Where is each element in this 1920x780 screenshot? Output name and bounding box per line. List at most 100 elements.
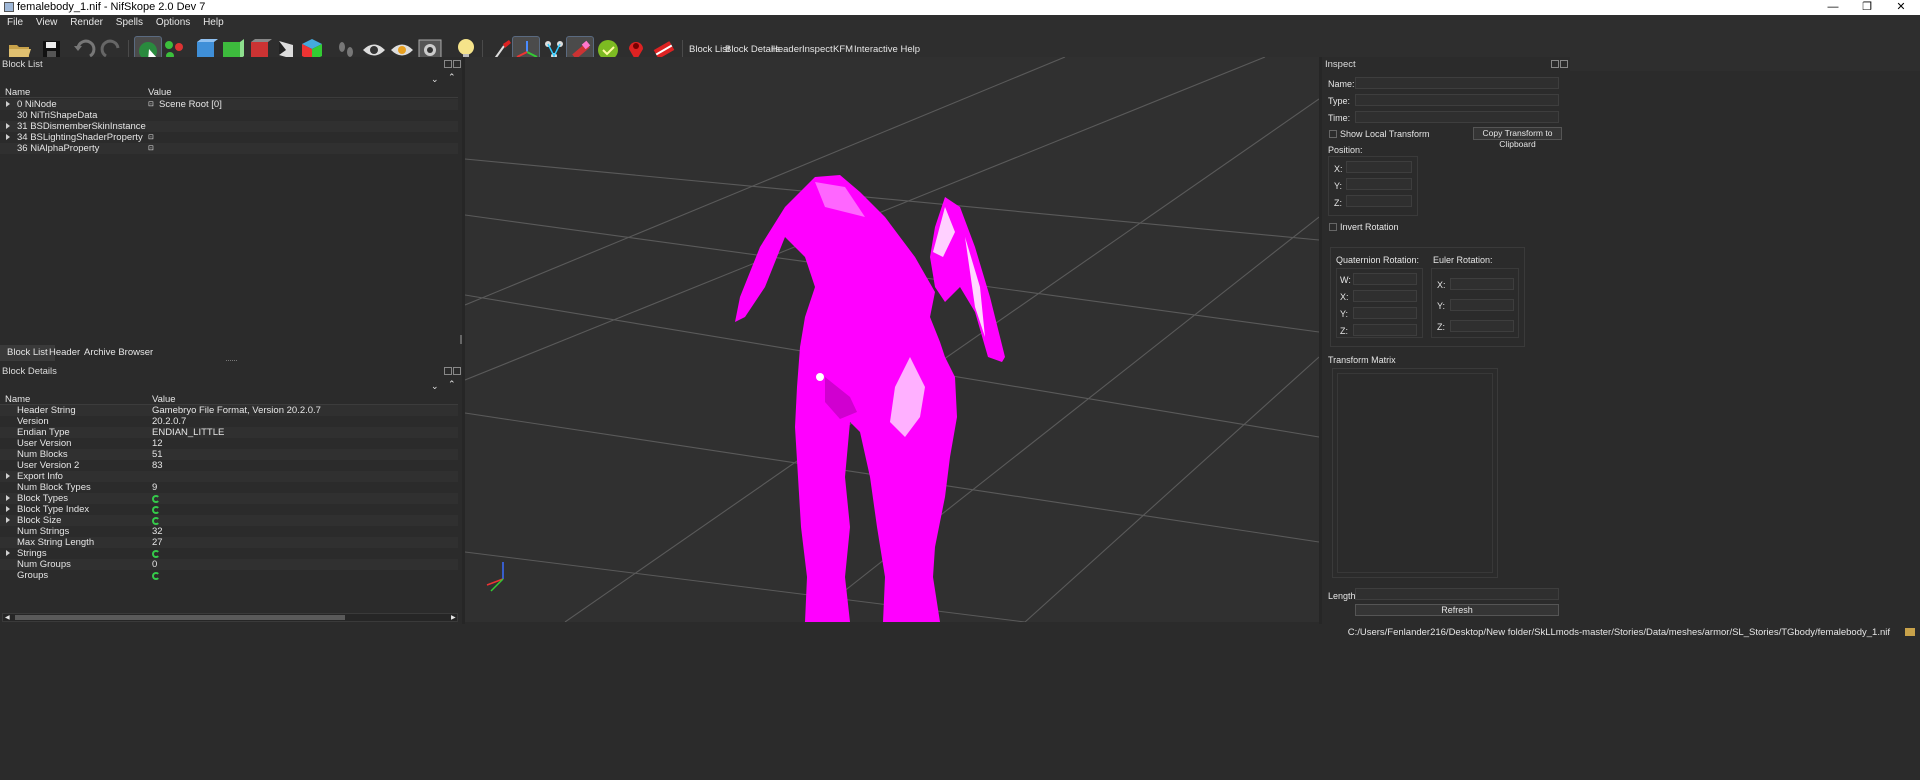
tree-row[interactable]: 34 BSLightingShaderProperty ⊡	[0, 132, 458, 143]
tree-row[interactable]: 31 BSDismemberSkinInstance	[0, 121, 458, 132]
detail-row[interactable]: Header String Gamebryo File Format, Versi…	[0, 405, 458, 416]
refresh-button[interactable]: Refresh	[1355, 604, 1559, 616]
show-local-transform-label: Show Local Transform	[1340, 129, 1430, 139]
expand-all-icon[interactable]: ⌃	[448, 379, 456, 390]
transform-matrix-label: Transform Matrix	[1328, 355, 1396, 365]
undock-icon[interactable]	[444, 60, 452, 68]
detail-row[interactable]: Num Strings 32	[0, 526, 458, 537]
detail-row[interactable]: Num Block Types 9	[0, 482, 458, 493]
tree-row[interactable]: 0 NiNode ⊡ Scene Root [0]	[0, 99, 458, 110]
detail-row[interactable]: User Version 12	[0, 438, 458, 449]
menu-view[interactable]: View	[36, 17, 58, 28]
splitter-left[interactable]	[462, 57, 465, 624]
link-icon: ⊡	[148, 134, 154, 141]
show-local-transform-checkbox[interactable]	[1329, 130, 1337, 138]
axis-gizmo-icon	[486, 562, 504, 592]
refresh-icon	[152, 550, 160, 558]
quat-y-field[interactable]	[1353, 307, 1417, 319]
folder-icon[interactable]	[1905, 628, 1915, 636]
type-field[interactable]	[1355, 94, 1559, 106]
toolbar-inspect-button[interactable]: Inspect	[802, 44, 833, 55]
menu-render[interactable]: Render	[70, 17, 103, 28]
detail-row[interactable]: User Version 2 83	[0, 460, 458, 471]
block-details-title: Block Details	[2, 366, 57, 377]
expand-arrow-icon[interactable]	[6, 134, 10, 140]
time-field[interactable]	[1355, 111, 1559, 123]
position-y-field[interactable]	[1346, 178, 1412, 190]
rotation-group: Quaternion Rotation: W: X: Y: Z: Euler R…	[1330, 247, 1525, 347]
tab-archive-browser[interactable]: Archive Browser	[77, 345, 160, 361]
tree-row[interactable]: 36 NiAlphaProperty ⊡	[0, 143, 458, 154]
scroll-left-icon[interactable]: ◀	[5, 615, 10, 621]
position-label: Position:	[1328, 145, 1363, 155]
column-value-header[interactable]: Value	[148, 87, 172, 98]
quaternion-label: Quaternion Rotation:	[1336, 255, 1420, 265]
detail-row[interactable]: Endian Type ENDIAN_LITTLE	[0, 427, 458, 438]
toolbar-block-list-button[interactable]: Block List	[689, 44, 730, 55]
expand-all-icon[interactable]: ⌃	[448, 72, 456, 83]
menu-file[interactable]: File	[7, 17, 23, 28]
expand-arrow-icon[interactable]	[6, 550, 10, 556]
detail-row[interactable]: Block Type Index	[0, 504, 458, 515]
tree-row[interactable]: 30 NiTriShapeData	[0, 110, 458, 121]
euler-x-field[interactable]	[1450, 278, 1514, 290]
menu-options[interactable]: Options	[156, 17, 190, 28]
expand-arrow-icon[interactable]	[6, 123, 10, 129]
quat-z-field[interactable]	[1353, 324, 1417, 336]
expand-arrow-icon[interactable]	[6, 101, 10, 107]
detail-row[interactable]: Block Types	[0, 493, 458, 504]
close-button[interactable]: ✕	[1886, 0, 1916, 15]
detail-row[interactable]: Num Blocks 51	[0, 449, 458, 460]
expand-arrow-icon[interactable]	[6, 517, 10, 523]
euler-z-field[interactable]	[1450, 320, 1514, 332]
detail-row[interactable]: Export Info	[0, 471, 458, 482]
3d-viewport[interactable]	[465, 57, 1319, 622]
quat-w-field[interactable]	[1353, 273, 1417, 285]
scroll-right-icon[interactable]: ▶	[451, 615, 456, 621]
expand-arrow-icon[interactable]	[6, 495, 10, 501]
menu-help[interactable]: Help	[203, 17, 224, 28]
refresh-icon	[152, 495, 160, 503]
name-field[interactable]	[1355, 77, 1559, 89]
detail-row[interactable]: Version 20.2.0.7	[0, 416, 458, 427]
toolbar-header-button[interactable]: Header	[771, 44, 802, 55]
collapse-all-icon[interactable]: ⌄	[431, 381, 439, 392]
mesh-body	[735, 175, 1005, 622]
undock-icon[interactable]	[1551, 60, 1559, 68]
quat-x-field[interactable]	[1353, 290, 1417, 302]
length-field[interactable]	[1355, 588, 1559, 600]
link-icon: ⊡	[148, 101, 154, 108]
menu-spells[interactable]: Spells	[116, 17, 143, 28]
minimize-button[interactable]: —	[1818, 0, 1848, 15]
empty-area	[0, 641, 1920, 780]
maximize-button[interactable]: ❐	[1852, 0, 1882, 15]
resize-grip[interactable]	[226, 360, 237, 362]
euler-y-field[interactable]	[1450, 299, 1514, 311]
detail-row[interactable]: Block Size	[0, 515, 458, 526]
detail-row[interactable]: Max String Length 27	[0, 537, 458, 548]
position-x-field[interactable]	[1346, 161, 1412, 173]
column-name-header[interactable]: Name	[5, 87, 30, 98]
detail-row[interactable]: Groups	[0, 570, 458, 581]
scrollbar-thumb[interactable]	[15, 615, 345, 620]
expand-arrow-icon[interactable]	[6, 506, 10, 512]
collapse-all-icon[interactable]: ⌄	[431, 74, 439, 85]
toolbar-interactive-help-button[interactable]: Interactive Help	[854, 44, 920, 55]
expand-arrow-icon[interactable]	[6, 473, 10, 479]
copy-transform-button[interactable]: Copy Transform to Clipboard	[1473, 127, 1562, 149]
horizontal-scrollbar[interactable]: ◀ ▶	[2, 613, 458, 622]
detail-row[interactable]: Strings	[0, 548, 458, 559]
invert-rotation-checkbox[interactable]	[1329, 223, 1337, 231]
dock-tab-bar: Block List Header Archive Browser	[0, 345, 462, 361]
detail-row[interactable]: Num Groups 0	[0, 559, 458, 570]
toolbar-kfm-button[interactable]: KFM	[833, 44, 853, 55]
close-panel-icon[interactable]	[453, 60, 461, 68]
position-z-field[interactable]	[1346, 195, 1412, 207]
close-panel-icon[interactable]	[1560, 60, 1568, 68]
title-bar: femalebody_1.nif - NifSkope 2.0 Dev 7 — …	[0, 0, 1920, 15]
undock-icon[interactable]	[444, 367, 452, 375]
close-panel-icon[interactable]	[453, 367, 461, 375]
column-name-header[interactable]: Name	[5, 394, 30, 405]
transform-matrix-group	[1332, 368, 1498, 578]
column-value-header[interactable]: Value	[152, 394, 176, 405]
